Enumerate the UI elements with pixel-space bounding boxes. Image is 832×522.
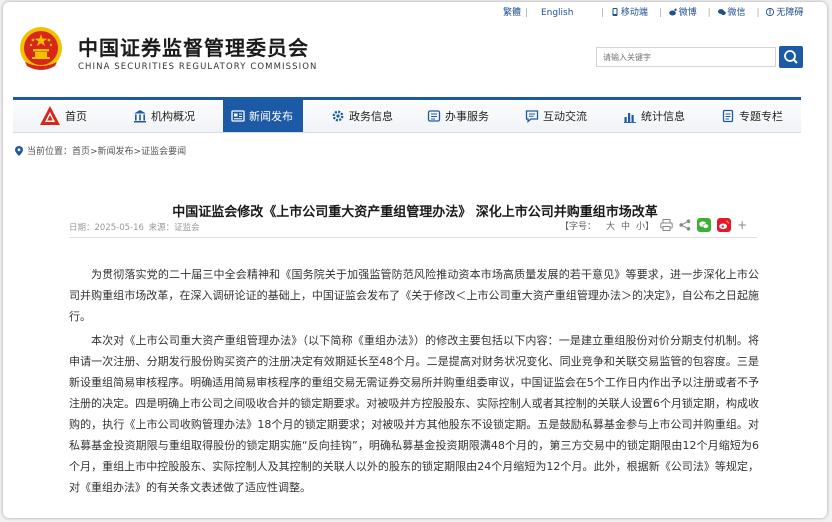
gear-icon [332,110,344,122]
lang-english-link[interactable]: English [541,8,574,18]
breadcrumb: 当前位置：首页>新闻发布>证监会要闻 [15,144,186,157]
font-size-medium[interactable]: 中 [621,219,630,232]
site-title[interactable]: 中国证券监督管理委员会 [78,32,309,61]
nav-item-news[interactable]: 新闻发布 [223,100,303,132]
weibo-label: 微博 [678,8,697,18]
social-links: | 移动端 | 微博 | 微信 | 无障碍 [601,8,804,18]
nav-item-interaction[interactable]: 互动交流 [525,100,587,132]
print-icon[interactable] [660,219,673,231]
location-pin-icon [15,146,23,156]
wechat-share-icon[interactable] [697,218,712,232]
article-meta: 日期：2025-05-16 来源：证监会 [69,221,200,233]
nav-item-government-info[interactable]: 政务信息 [331,100,393,132]
nav-label-home: 首页 [65,110,87,123]
article-paragraph-2: 本次对《上市公司重大资产重组管理办法》（以下简称《重组办法》）的修改主要包括以下… [69,334,759,494]
font-size-large[interactable]: 大 [606,219,615,232]
article-date: 2025-05-16 [94,223,144,233]
source-label: 来源： [148,223,175,233]
weibo-icon [668,8,677,16]
nav-label-statistics: 统计信息 [641,110,685,123]
font-size-small[interactable]: 小】 [636,219,654,232]
nav-item-special-topics[interactable]: 专题专栏 [721,100,783,132]
share-icon[interactable] [679,219,691,231]
nav-label-institution: 机构概况 [151,110,195,123]
chart-icon [624,113,636,123]
nav-item-institution[interactable]: 机构概况 [133,100,195,132]
nav-label-services: 办事服务 [445,110,489,123]
search-icon [784,50,798,64]
breadcrumb-path[interactable]: 首页>新闻发布>证监会要闻 [72,147,186,157]
search-input[interactable] [596,47,776,67]
mobile-link[interactable]: 移动端 [611,8,651,18]
nav-label-interaction: 互动交流 [543,110,587,123]
accessibility-icon [766,8,775,16]
browser-page: 繁體 | English | 移动端 | 微博 | 微信 | 无障碍 中国证券监… [3,2,827,518]
lang-traditional-link[interactable]: 繁體 [503,8,521,18]
search-button[interactable] [779,46,803,68]
title-divider [69,237,757,238]
weibo-share-icon[interactable] [717,218,732,232]
font-size-label: 【字号： [560,221,597,232]
accessibility-link[interactable]: 无障碍 [766,8,803,18]
national-emblem-icon[interactable] [19,26,63,74]
wechat-icon [717,9,726,15]
date-label: 日期： [69,223,95,233]
more-share-icon[interactable]: + [737,218,747,232]
nav-label-government-info: 政务信息 [349,110,393,123]
article-tools: 【字号： 大 中 小】 + [560,218,747,232]
wechat-link[interactable]: 微信 [717,8,749,18]
site-title-english: CHINA SECURITIES REGULATORY COMMISSION [78,62,318,72]
news-icon [231,110,245,122]
chat-icon [525,110,539,123]
nav-label-news: 新闻发布 [249,110,293,123]
doc-icon [722,109,734,123]
nav-item-home[interactable]: 首页 [39,100,87,132]
weibo-link[interactable]: 微博 [668,8,700,18]
article-source: 证监会 [174,223,200,233]
institution-icon [134,110,146,123]
home-icon [40,106,60,125]
article-paragraph-1: 为贯彻落实党的二十届三中全会精神和《国务院关于加强监管防范风险推动资本市场高质量… [69,268,759,323]
accessibility-label: 无障碍 [776,8,804,18]
wechat-label: 微信 [727,8,746,18]
main-nav: 首页 机构概况 新闻发布 政务信息 办事服务 互动交流 统计信息 专题专栏 [13,97,801,133]
nav-item-statistics[interactable]: 统计信息 [623,100,685,132]
top-utility-bar: 繁體 | English | 移动端 | 微博 | 微信 | 无障碍 [3,2,827,18]
mobile-label: 移动端 [620,8,648,18]
mobile-icon [612,8,618,16]
nav-label-special-topics: 专题专栏 [739,110,783,123]
nav-item-services[interactable]: 办事服务 [427,100,489,132]
service-icon [427,110,441,122]
language-switch: 繁體 | English [503,8,574,18]
breadcrumb-label: 当前位置： [27,147,73,157]
